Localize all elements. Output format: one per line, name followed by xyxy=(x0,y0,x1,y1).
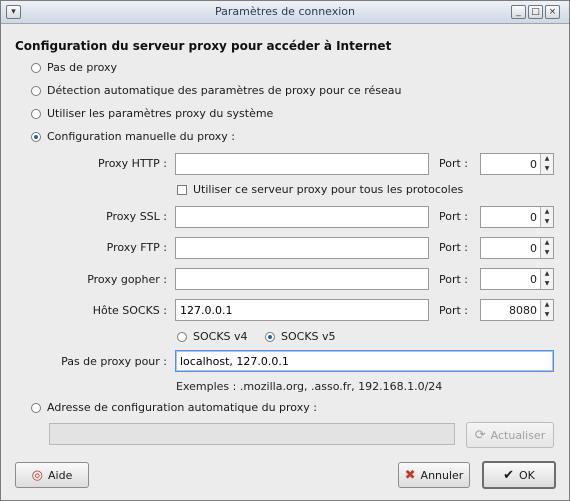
reload-button[interactable]: ⟳ Actualiser xyxy=(466,422,554,448)
radio-no-proxy[interactable]: Pas de proxy xyxy=(31,61,117,74)
radio-manual-proxy[interactable]: Configuration manuelle du proxy : xyxy=(31,130,235,143)
socks-port-value: 8080 xyxy=(509,304,537,317)
http-port-label: Port : xyxy=(439,157,469,170)
connection-settings-dialog: ▾ Paramètres de connexion _ □ × Configur… xyxy=(0,0,570,501)
reload-icon: ⟳ xyxy=(474,427,486,443)
gopher-port-spinner[interactable]: 0 ▲ ▼ xyxy=(480,268,554,290)
auto-config-url-input[interactable] xyxy=(49,423,455,445)
socks-host-input[interactable] xyxy=(175,299,429,321)
radio-icon[interactable] xyxy=(31,402,41,413)
radio-auto-detect[interactable]: Détection automatique des paramètres de … xyxy=(31,84,401,97)
http-port-spinner[interactable]: 0 ▲ ▼ xyxy=(480,153,554,175)
http-proxy-input[interactable] xyxy=(175,153,429,175)
ok-button[interactable]: ✔ OK xyxy=(482,461,556,489)
radio-icon[interactable] xyxy=(31,108,41,119)
cancel-button[interactable]: ✖ Annuler xyxy=(398,462,470,488)
socks-host-label: Hôte SOCKS : xyxy=(92,304,167,317)
spin-arrows-icon[interactable]: ▲ ▼ xyxy=(540,238,553,258)
gopher-port-value: 0 xyxy=(530,273,537,286)
spin-arrows-icon[interactable]: ▲ ▼ xyxy=(540,154,553,174)
radio-selected-icon[interactable] xyxy=(31,131,41,142)
radio-label: Pas de proxy xyxy=(47,61,118,74)
spin-arrows-icon[interactable]: ▲ ▼ xyxy=(540,300,553,320)
http-proxy-label: Proxy HTTP : xyxy=(98,157,167,170)
maximize-icon[interactable]: □ xyxy=(528,5,543,19)
http-port-value: 0 xyxy=(530,158,537,171)
radio-selected-icon[interactable] xyxy=(265,331,275,342)
help-label: Aide xyxy=(48,468,73,482)
radio-label: Configuration manuelle du proxy : xyxy=(47,130,235,143)
examples-hint: Exemples : .mozilla.org, .asso.fr, 192.1… xyxy=(176,380,443,393)
reload-label: Actualiser xyxy=(490,428,546,442)
ssl-port-spinner[interactable]: 0 ▲ ▼ xyxy=(480,206,554,228)
ok-icon: ✔ xyxy=(503,467,515,483)
ssl-port-value: 0 xyxy=(530,211,537,224)
radio-label: Adresse de configuration automatique du … xyxy=(47,401,317,414)
gopher-port-label: Port : xyxy=(439,273,469,286)
ok-label: OK xyxy=(519,468,535,482)
checkbox-icon[interactable] xyxy=(177,184,187,195)
help-button[interactable]: ◎ Aide xyxy=(15,462,89,488)
socks-port-spinner[interactable]: 8080 ▲ ▼ xyxy=(480,299,554,321)
minimize-icon[interactable]: _ xyxy=(511,5,526,19)
gopher-proxy-label: Proxy gopher : xyxy=(87,273,167,286)
title-bar: ▾ Paramètres de connexion _ □ × xyxy=(1,1,569,24)
radio-system-proxy[interactable]: Utiliser les paramètres proxy du système xyxy=(31,107,273,120)
ftp-port-spinner[interactable]: 0 ▲ ▼ xyxy=(480,237,554,259)
no-proxy-for-label: Pas de proxy pour : xyxy=(61,355,167,368)
ssl-proxy-input[interactable] xyxy=(175,206,429,228)
radio-socks-v4[interactable]: SOCKS v4 xyxy=(177,330,248,343)
lifebuoy-icon: ◎ xyxy=(31,467,43,483)
ftp-port-label: Port : xyxy=(439,241,469,254)
radio-label: SOCKS v4 xyxy=(193,330,248,343)
gopher-proxy-input[interactable] xyxy=(175,268,429,290)
ftp-proxy-input[interactable] xyxy=(175,237,429,259)
spin-arrows-icon[interactable]: ▲ ▼ xyxy=(540,269,553,289)
section-heading: Configuration du serveur proxy pour accé… xyxy=(15,39,392,53)
same-proxy-checkbox-row[interactable]: Utiliser ce serveur proxy pour tous les … xyxy=(177,183,463,196)
radio-icon[interactable] xyxy=(31,85,41,96)
spin-arrows-icon[interactable]: ▲ ▼ xyxy=(540,207,553,227)
ftp-port-value: 0 xyxy=(530,242,537,255)
radio-icon[interactable] xyxy=(177,331,187,342)
window-title: Paramètres de connexion xyxy=(214,5,356,18)
no-proxy-for-input[interactable] xyxy=(175,350,554,372)
cancel-icon: ✖ xyxy=(404,467,416,483)
ssl-proxy-label: Proxy SSL : xyxy=(106,210,167,223)
radio-label: Utiliser les paramètres proxy du système xyxy=(47,107,274,120)
close-icon[interactable]: × xyxy=(545,5,560,19)
radio-label: SOCKS v5 xyxy=(281,330,336,343)
radio-socks-v5[interactable]: SOCKS v5 xyxy=(265,330,336,343)
ftp-proxy-label: Proxy FTP : xyxy=(106,241,167,254)
radio-label: Détection automatique des paramètres de … xyxy=(47,84,402,97)
radio-icon[interactable] xyxy=(31,62,41,73)
radio-auto-config-url[interactable]: Adresse de configuration automatique du … xyxy=(31,401,317,414)
cancel-label: Annuler xyxy=(420,468,464,482)
socks-port-label: Port : xyxy=(439,304,469,317)
ssl-port-label: Port : xyxy=(439,210,469,223)
same-proxy-label: Utiliser ce serveur proxy pour tous les … xyxy=(193,183,464,196)
